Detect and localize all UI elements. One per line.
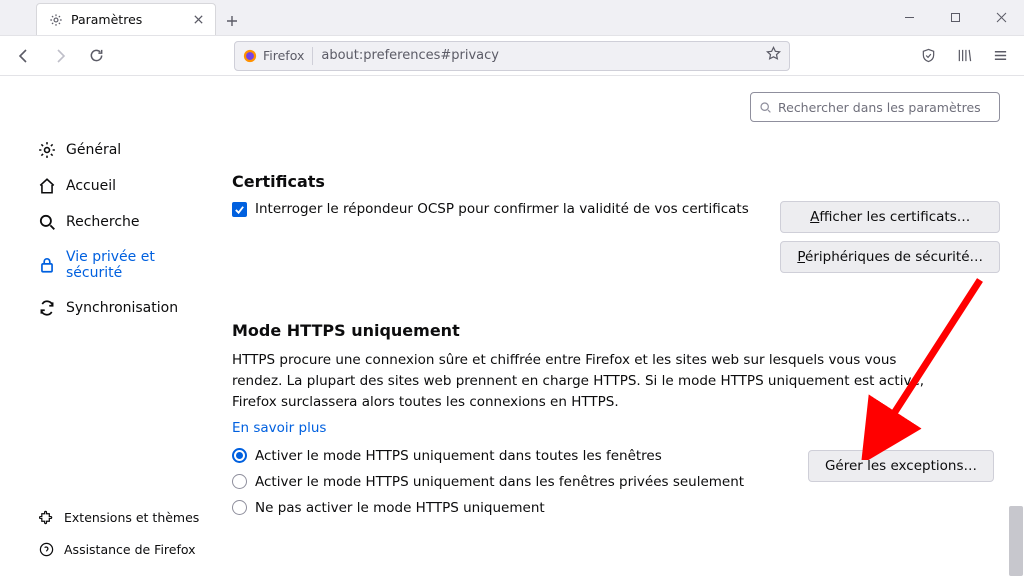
sidebar-item-label: Recherche (66, 214, 140, 230)
back-button[interactable] (8, 40, 40, 72)
sidebar-item-label: Général (66, 142, 121, 158)
ocsp-checkbox-row[interactable]: Interroger le répondeur OCSP pour confir… (232, 201, 749, 217)
learn-more-link[interactable]: En savoir plus (232, 420, 326, 436)
sidebar-item-search[interactable]: Recherche (0, 206, 222, 238)
question-icon (38, 541, 54, 557)
sidebar-item-privacy[interactable]: Vie privée et sécurité (0, 242, 222, 288)
manage-exceptions-button[interactable]: Gérer les exceptions… (808, 450, 994, 482)
sync-icon (38, 299, 56, 317)
urlbar-separator (312, 47, 313, 65)
view-certificates-button[interactable]: Afficher les certificats… (780, 201, 1000, 233)
https-only-private-windows[interactable]: Activer le mode HTTPS uniquement dans le… (232, 474, 808, 490)
browser-toolbar: Firefox about:preferences#privacy (0, 36, 1024, 76)
sidebar: Général Accueil Recherche Vie privée et … (0, 76, 222, 580)
tab-title: Paramètres (71, 12, 142, 27)
maximize-button[interactable] (932, 0, 978, 35)
app-menu-icon[interactable] (984, 40, 1016, 72)
minimize-button[interactable] (886, 0, 932, 35)
search-placeholder: Rechercher dans les paramètres (778, 100, 981, 115)
sidebar-item-addons[interactable]: Extensions et thèmes (0, 502, 222, 532)
puzzle-icon (38, 509, 54, 525)
https-only-disabled[interactable]: Ne pas activer le mode HTTPS uniquement (232, 500, 808, 516)
lock-icon (38, 256, 56, 274)
certificates-heading: Certificats (232, 172, 1000, 191)
ocsp-label: Interroger le répondeur OCSP pour confir… (255, 201, 749, 217)
forward-button[interactable] (44, 40, 76, 72)
close-tab-icon[interactable] (191, 13, 205, 27)
sidebar-item-label: Extensions et thèmes (64, 510, 199, 525)
url-address: about:preferences#privacy (321, 48, 758, 63)
search-settings-input[interactable]: Rechercher dans les paramètres (750, 92, 1000, 122)
sidebar-item-label: Synchronisation (66, 300, 178, 316)
search-icon (38, 213, 56, 231)
bookmark-star-icon[interactable] (766, 46, 781, 65)
window-controls (886, 0, 1024, 35)
shield-icon[interactable] (912, 40, 944, 72)
new-tab-button[interactable] (218, 7, 246, 35)
https-only-all-windows[interactable]: Activer le mode HTTPS uniquement dans to… (232, 448, 808, 464)
main-content: Rechercher dans les paramètres Certifica… (222, 76, 1024, 580)
identity-box[interactable]: Firefox (243, 48, 304, 63)
sidebar-item-support[interactable]: Assistance de Firefox (0, 534, 222, 564)
sidebar-item-label: Vie privée et sécurité (66, 249, 212, 281)
radio-unchecked-icon (232, 474, 247, 489)
identity-label: Firefox (263, 48, 304, 63)
preferences-page: Général Accueil Recherche Vie privée et … (0, 76, 1024, 580)
sidebar-item-label: Accueil (66, 178, 116, 194)
https-only-heading: Mode HTTPS uniquement (232, 321, 1000, 340)
gear-icon (38, 141, 56, 159)
radio-label: Ne pas activer le mode HTTPS uniquement (255, 500, 545, 516)
https-only-description: HTTPS procure une connexion sûre et chif… (232, 350, 932, 413)
sidebar-item-sync[interactable]: Synchronisation (0, 292, 222, 324)
radio-label: Activer le mode HTTPS uniquement dans le… (255, 474, 744, 490)
home-icon (38, 177, 56, 195)
sidebar-item-general[interactable]: Général (0, 134, 222, 166)
reload-button[interactable] (80, 40, 112, 72)
sidebar-item-home[interactable]: Accueil (0, 170, 222, 202)
radio-unchecked-icon (232, 500, 247, 515)
library-icon[interactable] (948, 40, 980, 72)
radio-label: Activer le mode HTTPS uniquement dans to… (255, 448, 662, 464)
window-titlebar: Paramètres (0, 0, 1024, 36)
sidebar-bottom: Extensions et thèmes Assistance de Firef… (0, 500, 222, 566)
radio-checked-icon (232, 448, 247, 463)
security-devices-button[interactable]: Périphériques de sécurité… (780, 241, 1000, 273)
url-bar[interactable]: Firefox about:preferences#privacy (234, 41, 790, 71)
browser-tab[interactable]: Paramètres (36, 3, 216, 35)
sidebar-item-label: Assistance de Firefox (64, 542, 196, 557)
gear-icon (49, 13, 63, 27)
scrollbar-thumb[interactable] (1009, 506, 1023, 576)
search-icon (759, 101, 772, 114)
checkbox-checked-icon (232, 202, 247, 217)
close-window-button[interactable] (978, 0, 1024, 35)
